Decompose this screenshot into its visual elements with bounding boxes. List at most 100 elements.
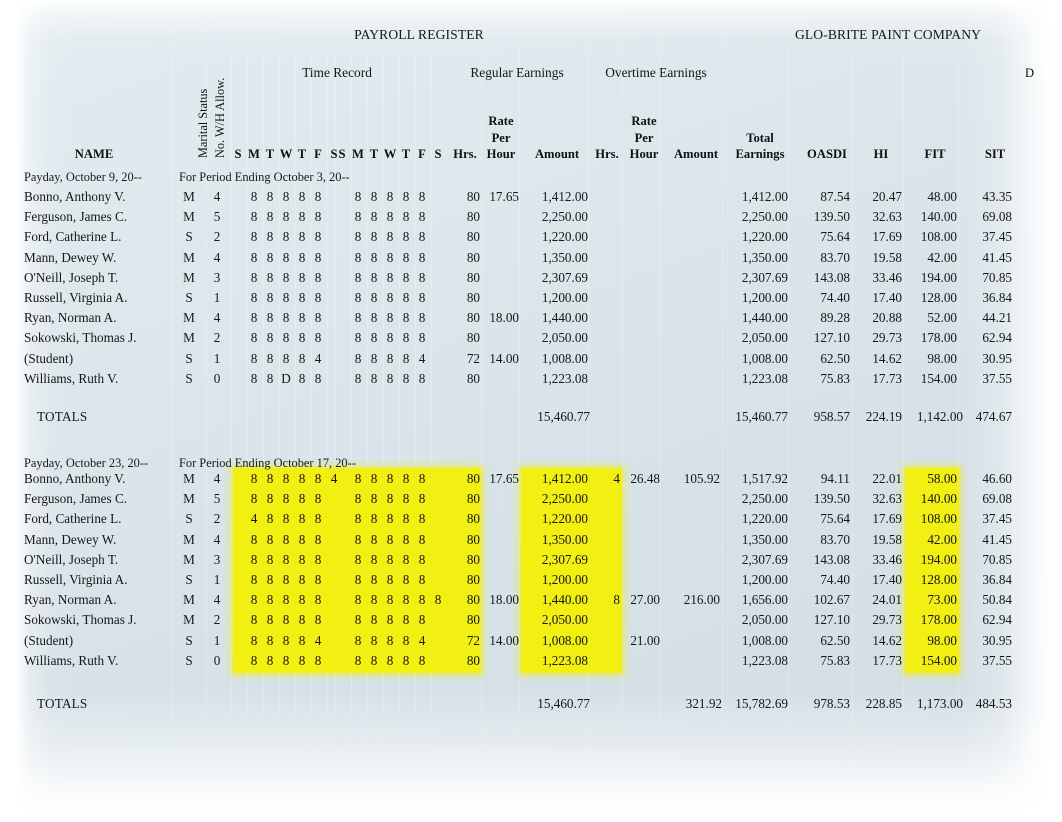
- employee-name: Ford, Catherine L.: [24, 229, 122, 245]
- time-record-day-1: 8: [250, 209, 258, 225]
- time-record-day-2: 8: [266, 652, 274, 668]
- time-record-day-1: 8: [250, 290, 258, 305]
- hi-amount: 17.40: [872, 290, 902, 305]
- employee-name: Williams, Ruth V.: [24, 652, 119, 668]
- time-record-day-10: 8: [386, 290, 394, 305]
- regular-amount: 1,220.00: [541, 511, 588, 527]
- hi-amount: 19.58: [872, 249, 902, 265]
- time-record-day-12: 8: [418, 511, 426, 527]
- time-record-day-4: 8: [298, 229, 306, 245]
- wh-allowances: 1: [213, 350, 221, 366]
- hi-amount: 17.73: [872, 370, 902, 386]
- hi-amount: 22.01: [872, 471, 902, 486]
- marital-status: M: [183, 310, 195, 326]
- time-record-day-3: 8: [282, 229, 290, 245]
- time-record-day-11: 8: [402, 531, 410, 547]
- sit-amount: 46.60: [982, 471, 1012, 486]
- time-record-day-2: 8: [266, 229, 274, 245]
- fit-amount: 194.00: [920, 269, 957, 285]
- time-record-day-3: 8: [282, 189, 290, 204]
- rate-per-hour: 18.00: [489, 310, 519, 326]
- time-record-day-3: 8: [282, 612, 290, 628]
- time-record-day-1: 8: [250, 189, 258, 204]
- time-record-day-1: 8: [250, 652, 258, 668]
- section-1-totals-label: TOTALS: [37, 696, 88, 711]
- marital-status: S: [185, 229, 193, 245]
- marital-status: S: [185, 511, 193, 527]
- time-record-day-12: 8: [418, 592, 426, 608]
- regular-amount: 1,220.00: [541, 229, 588, 245]
- time-record-day-5: 8: [314, 572, 322, 587]
- rate-per-hour: 14.00: [489, 632, 519, 648]
- regular-hours: 80: [466, 572, 480, 587]
- time-record-day-5: 8: [314, 269, 322, 285]
- sit-amount: 70.85: [982, 551, 1012, 567]
- time-record-day-10: 8: [386, 652, 394, 668]
- employee-name: Russell, Virginia A.: [24, 572, 128, 587]
- time-record-day-12: 8: [418, 189, 426, 204]
- section-1-totals-sit: 484.53: [975, 696, 1012, 711]
- time-record-day-2: 8: [266, 632, 274, 648]
- fit-amount: 108.00: [920, 511, 957, 527]
- time-record-day-8: 8: [354, 290, 362, 305]
- regular-amount: 2,250.00: [541, 209, 588, 225]
- oasdi-amount: 139.50: [813, 491, 850, 507]
- employee-name: Ryan, Norman A.: [24, 310, 117, 326]
- regular-amount: 2,307.69: [541, 269, 588, 285]
- section-0-totals-fit: 1,142.00: [916, 409, 963, 424]
- time-record-day-5: 8: [314, 370, 322, 386]
- fit-amount: 42.00: [927, 531, 957, 547]
- total-earnings: 1,517.92: [741, 471, 788, 486]
- marital-status: M: [183, 531, 195, 547]
- fit-amount: 98.00: [927, 632, 957, 648]
- time-record-day-1: 8: [250, 350, 258, 366]
- time-record-day-4: 8: [298, 269, 306, 285]
- employee-name: O'Neill, Joseph T.: [24, 551, 119, 567]
- time-record-day-8: 8: [354, 551, 362, 567]
- marital-status: S: [185, 290, 193, 305]
- regular-amount: 1,440.00: [541, 592, 588, 608]
- sit-amount: 62.94: [982, 612, 1012, 628]
- time-record-day-11: 8: [402, 189, 410, 204]
- oasdi-amount: 74.40: [820, 290, 850, 305]
- time-record-day-11: 8: [402, 229, 410, 245]
- time-record-day-5: 8: [314, 189, 322, 204]
- fit-amount: 140.00: [920, 209, 957, 225]
- time-record-day-2: 8: [266, 249, 274, 265]
- time-record-day-11: 8: [402, 511, 410, 527]
- marital-status: M: [183, 612, 195, 628]
- employee-name: Ferguson, James C.: [24, 491, 128, 507]
- time-record-day-10: 8: [386, 551, 394, 567]
- time-record-day-10: 8: [386, 350, 394, 366]
- wh-allowances: 1: [213, 572, 221, 587]
- column-header-day-8: M: [352, 147, 364, 161]
- regular-hours: 80: [466, 310, 480, 326]
- wh-allowances: 3: [213, 551, 221, 567]
- time-record-day-11: 8: [402, 632, 410, 648]
- time-record-day-2: 8: [266, 572, 274, 587]
- deductions-header-truncated: D: [1025, 66, 1035, 80]
- time-record-day-10: 8: [386, 471, 394, 486]
- time-record-day-8: 8: [354, 310, 362, 326]
- time-record-day-4: 8: [298, 652, 306, 668]
- time-record-day-2: 8: [266, 269, 274, 285]
- regular-amount: 2,307.69: [541, 551, 588, 567]
- time-record-day-4: 8: [298, 551, 306, 567]
- oasdi-amount: 62.50: [820, 632, 850, 648]
- section-1-totals-fit: 1,173.00: [916, 696, 963, 711]
- time-record-day-8: 8: [354, 189, 362, 204]
- total-earnings: 2,050.00: [741, 612, 788, 628]
- oasdi-amount: 83.70: [820, 531, 850, 547]
- wh-allowances: 5: [213, 491, 221, 507]
- time-record-day-3: 8: [282, 471, 290, 486]
- marital-status: M: [183, 249, 195, 265]
- time-record-day-4: 8: [298, 491, 306, 507]
- section-1-totals-total-earnings: 15,782.69: [735, 696, 788, 711]
- time-record-day-9: 8: [370, 310, 378, 326]
- section-0-totals-hi: 224.19: [865, 409, 902, 424]
- hi-amount: 24.01: [872, 592, 902, 608]
- regular-hours: 80: [466, 269, 480, 285]
- marital-status: M: [183, 330, 195, 346]
- time-record-day-2: 8: [266, 612, 274, 628]
- time-record-day-9: 8: [370, 572, 378, 587]
